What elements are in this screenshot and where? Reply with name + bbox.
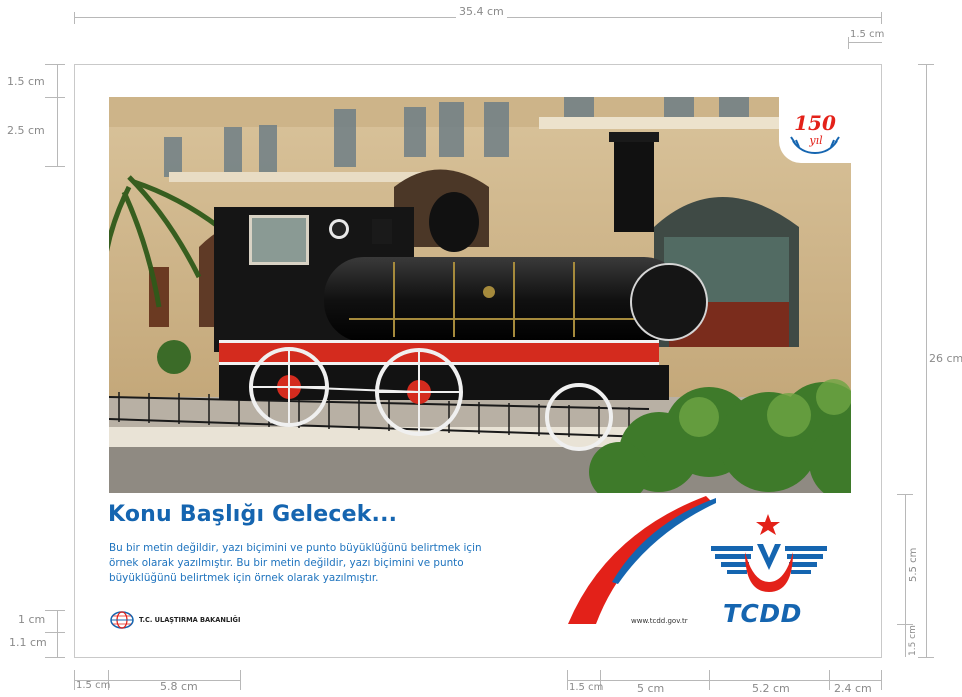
left-top-margin-label: 1.5 cm bbox=[7, 75, 45, 88]
locomotive-illustration bbox=[109, 97, 851, 493]
bottom-right-tick-3 bbox=[709, 670, 710, 690]
left-dimension-tick-2 bbox=[45, 97, 65, 98]
bottom-left-tick-1 bbox=[74, 670, 75, 690]
bottom-swoosh-label: 5 cm bbox=[637, 682, 665, 695]
left-dimension-tick-1 bbox=[45, 64, 65, 65]
anniversary-badge: 150 yıl bbox=[779, 97, 851, 163]
bottom-right-margin-label: 2.4 cm bbox=[834, 682, 872, 695]
right-logo-block-label: 5.5 cm bbox=[908, 547, 919, 582]
left-dimension-tick-3 bbox=[45, 166, 65, 167]
bottom-right-dimension-line bbox=[567, 680, 882, 681]
headline: Konu Başlığı Gelecek... bbox=[108, 502, 398, 527]
left-bottom-label-2: 1.1 cm bbox=[9, 636, 47, 649]
left-bottom-tick-1 bbox=[45, 610, 65, 611]
bottom-right-tick-5 bbox=[881, 670, 882, 690]
body-text: Bu bir metin değildir, yazı biçimini ve … bbox=[109, 542, 482, 584]
badge-number: 150 bbox=[794, 111, 836, 135]
left-bottom-tick-2 bbox=[45, 632, 65, 633]
right-dimension-tick-bottom bbox=[918, 657, 934, 658]
bottom-ministry-label: 5.8 cm bbox=[160, 680, 198, 693]
bottom-right-tick-4 bbox=[829, 670, 830, 690]
bottom-swoosh-margin-label: 1.5 cm bbox=[569, 682, 604, 693]
ministry-globe-icon bbox=[110, 611, 134, 629]
ministry-logo: T.C. ULAŞTIRMA BAKANLIĞI bbox=[109, 610, 240, 630]
left-bottom-dimension-line bbox=[57, 610, 58, 658]
bottom-logo-label: 5.2 cm bbox=[752, 682, 790, 695]
top-width-label: 35.4 cm bbox=[456, 5, 507, 18]
right-dimension-line bbox=[926, 64, 927, 658]
left-dimension-line bbox=[57, 64, 58, 166]
ministry-name: T.C. ULAŞTIRMA BAKANLIĞI bbox=[139, 616, 241, 624]
top-dimension-tick-left bbox=[74, 12, 75, 24]
left-bottom-tick-3 bbox=[45, 657, 65, 658]
locomotive-photo bbox=[109, 97, 851, 493]
left-bottom-label-1: 1 cm bbox=[18, 613, 46, 626]
badge-label: yıl bbox=[808, 134, 823, 147]
website-url[interactable]: www.tcdd.gov.tr bbox=[631, 617, 688, 625]
top-right-margin-tick bbox=[848, 37, 849, 49]
right-bottom-margin-label: 1.5 cm bbox=[908, 625, 918, 656]
bottom-right-tick-1 bbox=[567, 670, 568, 690]
tcdd-wordmark: TCDD bbox=[723, 599, 802, 628]
top-right-margin-line bbox=[848, 42, 882, 43]
right-logo-block-line bbox=[905, 494, 906, 657]
top-dimension-tick-right bbox=[881, 12, 882, 24]
bottom-left-margin-label: 1.5 cm bbox=[76, 680, 111, 691]
top-right-margin-label: 1.5 cm bbox=[850, 29, 885, 40]
left-badge-label: 2.5 cm bbox=[7, 124, 45, 137]
right-logo-tick-1 bbox=[897, 494, 913, 495]
bottom-left-tick-3 bbox=[240, 670, 241, 690]
anniversary-150-icon: 150 yıl bbox=[790, 111, 840, 155]
right-height-label: 26 cm bbox=[929, 352, 962, 365]
swoosh-graphic bbox=[568, 496, 716, 624]
right-dimension-tick-top bbox=[918, 64, 934, 65]
